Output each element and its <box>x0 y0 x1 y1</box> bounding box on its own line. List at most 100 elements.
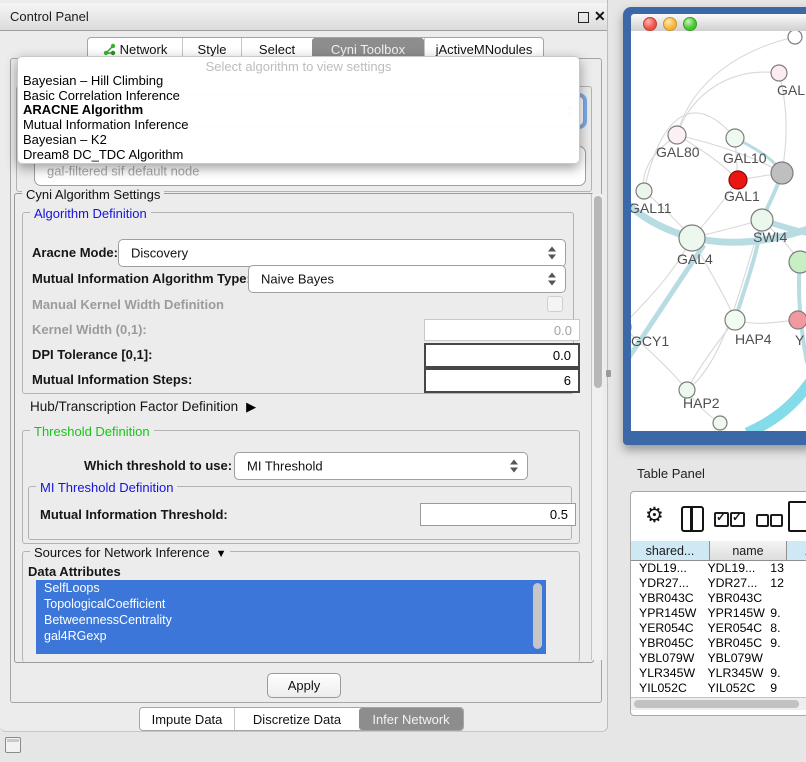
float-window-icon[interactable] <box>578 12 589 23</box>
network-node[interactable] <box>726 129 744 147</box>
table-cell: YDR27... <box>631 576 699 591</box>
network-node-label: GAL80 <box>656 144 700 160</box>
network-node[interactable] <box>789 311 806 329</box>
table-row[interactable]: YDL19...YDL19...13 <box>631 561 806 576</box>
list-scrollbar-thumb[interactable] <box>533 583 542 649</box>
table-cell: 9 <box>766 681 806 692</box>
table-row[interactable]: YLR345WYLR345W9. <box>631 666 806 681</box>
panel-dock-icon[interactable] <box>5 737 21 753</box>
algorithm-option[interactable]: Mutual Information Inference <box>23 118 574 133</box>
table-column-header[interactable]: shared... <box>631 541 710 561</box>
select-all-checkbox-icon[interactable]: ✓ <box>730 512 745 527</box>
aracne-mode-combo[interactable]: Discovery <box>118 239 566 267</box>
tab-label: Select <box>259 42 295 57</box>
network-node[interactable] <box>771 162 793 184</box>
network-node[interactable] <box>636 183 652 199</box>
mi-type-value: Naive Bayes <box>261 272 334 287</box>
gear-icon[interactable]: ⚙ <box>645 503 664 528</box>
document-icon[interactable] <box>788 501 806 532</box>
tab-infer-network[interactable]: Infer Network <box>359 708 463 730</box>
kernel-width-field[interactable]: 0.0 <box>424 319 580 341</box>
column-layout-icon[interactable] <box>681 506 704 532</box>
mi-type-combo[interactable]: Naive Bayes <box>248 265 566 293</box>
data-attribute-item[interactable]: TopologicalCoefficient <box>36 596 546 612</box>
sources-title-label: Sources for Network Inference <box>34 545 210 560</box>
which-threshold-value: MI Threshold <box>247 459 323 474</box>
close-traffic-light-icon[interactable] <box>643 17 657 31</box>
data-table-combo-value: gal-filtered sif default node <box>47 163 199 178</box>
data-attribute-item[interactable]: SelfLoops <box>36 580 546 596</box>
deselect-checkbox-icon[interactable] <box>770 514 783 527</box>
disclosure-down-icon: ▼ <box>216 548 227 560</box>
sources-title[interactable]: Sources for Network Inference ▼ <box>30 545 230 560</box>
settings-scrollbar-thumb[interactable] <box>594 196 602 388</box>
table-row[interactable]: YPR145WYPR145W9. <box>631 606 806 621</box>
network-node-label: GAL1 <box>724 188 760 204</box>
network-node[interactable] <box>713 416 727 430</box>
screen: Control Panel ✕ Network Style Select Cyn… <box>0 0 806 762</box>
table-row[interactable]: YER054CYER054C8. <box>631 621 806 636</box>
network-node[interactable] <box>668 126 686 144</box>
scrollbar-thumb[interactable] <box>634 700 799 708</box>
mi-steps-field[interactable]: 6 <box>424 368 580 393</box>
algorithm-option[interactable]: Dream8 DC_TDC Algorithm <box>23 148 574 163</box>
algorithm-dropdown-popup: Select algorithm to view settings Bayesi… <box>17 56 580 164</box>
network-node[interactable] <box>729 171 747 189</box>
hub-definition-disclosure[interactable]: Hub/Transcription Factor Definition▶ <box>30 399 256 415</box>
deselect-checkbox-icon[interactable] <box>756 514 769 527</box>
network-node-label: GCY1 <box>631 333 669 349</box>
algorithm-option[interactable]: Bayesian – K2 <box>23 133 574 148</box>
close-icon[interactable]: ✕ <box>594 8 606 25</box>
table-body: YDL19...YDL19...13YDR27...YDR27...12YBR0… <box>631 561 806 692</box>
dpi-tolerance-field[interactable]: 0.0 <box>424 343 580 368</box>
tab-label: jActiveMNodules <box>436 42 533 57</box>
which-threshold-combo[interactable]: MI Threshold <box>234 452 528 480</box>
apply-button[interactable]: Apply <box>267 673 341 698</box>
network-icon <box>103 43 116 56</box>
check-mark: ✓ <box>732 510 742 524</box>
data-attribute-item[interactable]: gal4RGexp <box>36 628 546 644</box>
table-cell: YBR045C <box>631 636 699 651</box>
network-window-titlebar[interactable] <box>631 14 806 32</box>
tab-label: Network <box>120 42 168 57</box>
network-node[interactable] <box>771 65 787 81</box>
control-panel-header[interactable]: Control Panel ✕ <box>0 3 607 31</box>
table-row[interactable]: YBR043CYBR043C <box>631 591 806 606</box>
table-row[interactable]: YBL079WYBL079W <box>631 651 806 666</box>
tab-label: Discretize Data <box>253 712 341 727</box>
table-cell: YDR27... <box>699 576 766 591</box>
table-column-header[interactable]: name <box>710 541 787 561</box>
tab-label: Impute Data <box>152 712 223 727</box>
combo-arrows-icon <box>510 460 519 473</box>
algorithm-option[interactable]: Basic Correlation Inference <box>23 89 574 104</box>
network-node[interactable] <box>751 209 773 231</box>
table-row[interactable]: YBR045CYBR045C9. <box>631 636 806 651</box>
table-row[interactable]: YDR27...YDR27...12 <box>631 576 806 591</box>
data-attribute-item[interactable]: BetweennessCentrality <box>36 612 546 628</box>
table-cell: YBR043C <box>631 591 699 606</box>
table-column-header[interactable]: A <box>787 541 806 561</box>
mi-threshold-field[interactable]: 0.5 <box>420 503 576 526</box>
network-node[interactable] <box>679 225 705 251</box>
network-canvas[interactable]: GALGAL80GAL10GAL1GAL11SWI4GAL4GCY1HAP4YH… <box>631 31 806 431</box>
zoom-traffic-light-icon[interactable] <box>683 17 697 31</box>
table-horizontal-scrollbar[interactable] <box>631 697 806 710</box>
algorithm-dropdown-placeholder: Select algorithm to view settings <box>18 59 579 74</box>
data-attributes-list[interactable]: SelfLoopsTopologicalCoefficientBetweenne… <box>36 580 546 654</box>
select-all-checkbox-icon[interactable]: ✓ <box>714 512 729 527</box>
table-row[interactable]: YIL052CYIL052C9 <box>631 681 806 692</box>
table-cell: YIL052C <box>631 681 699 692</box>
network-node[interactable] <box>788 31 802 44</box>
network-node[interactable] <box>789 251 806 273</box>
tab-discretize-data[interactable]: Discretize Data <box>234 708 359 730</box>
network-graph[interactable]: GALGAL80GAL10GAL1GAL11SWI4GAL4GCY1HAP4YH… <box>631 31 806 431</box>
minimize-traffic-light-icon[interactable] <box>663 17 677 31</box>
algorithm-dropdown-list: Bayesian – Hill ClimbingBasic Correlatio… <box>23 74 574 162</box>
algorithm-option[interactable]: Bayesian – Hill Climbing <box>23 74 574 89</box>
manual-kernel-checkbox[interactable] <box>547 296 563 312</box>
settings-scrollbar[interactable] <box>591 194 603 660</box>
algorithm-option[interactable]: ARACNE Algorithm <box>23 103 574 118</box>
tab-impute-data[interactable]: Impute Data <box>140 708 234 730</box>
splitter-handle[interactable] <box>606 370 611 377</box>
network-node[interactable] <box>725 310 745 330</box>
